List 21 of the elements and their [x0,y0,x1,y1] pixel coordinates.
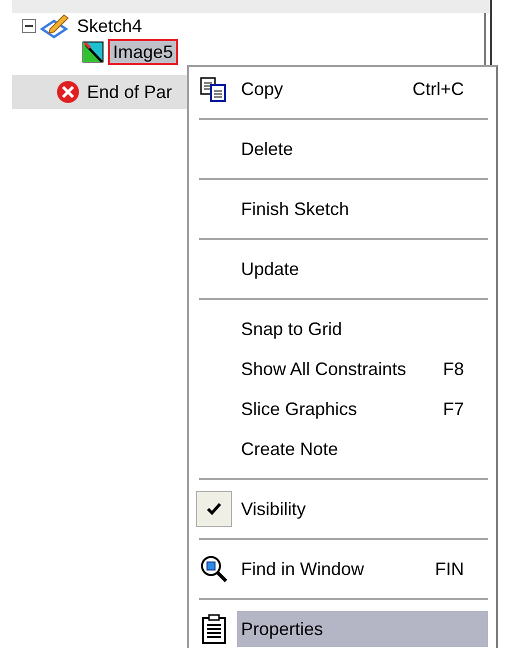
sketch-pencil-icon [40,13,70,39]
properties-icon [200,613,228,645]
menu-item[interactable]: Finish Sketch [237,191,488,227]
menu-item[interactable]: Slice Graphics F7 [237,391,488,427]
menu-item[interactable]: Properties [237,611,488,647]
menu-item[interactable]: Copy Ctrl+C [237,71,488,107]
menu-item[interactable]: Find in Window FIN [237,551,488,587]
menu-item[interactable]: Delete [237,131,488,167]
menu-item[interactable]: Update [237,251,488,287]
tree-item[interactable]: End of Par [84,81,176,103]
menu-item[interactable]: Snap to Grid [237,311,488,347]
image-icon [82,40,106,64]
error-icon [56,80,80,104]
tree-item[interactable]: Image5 [110,41,176,63]
collapse-icon[interactable] [22,19,36,33]
menu-item[interactable]: Visibility [237,491,488,527]
menu-item[interactable]: Create Note [237,431,488,467]
tree-item[interactable]: Sketch4 [74,15,146,37]
copy-icon [199,76,229,102]
magnifier-icon [199,554,229,584]
menu-item[interactable]: Show All Constraints F8 [237,351,488,387]
